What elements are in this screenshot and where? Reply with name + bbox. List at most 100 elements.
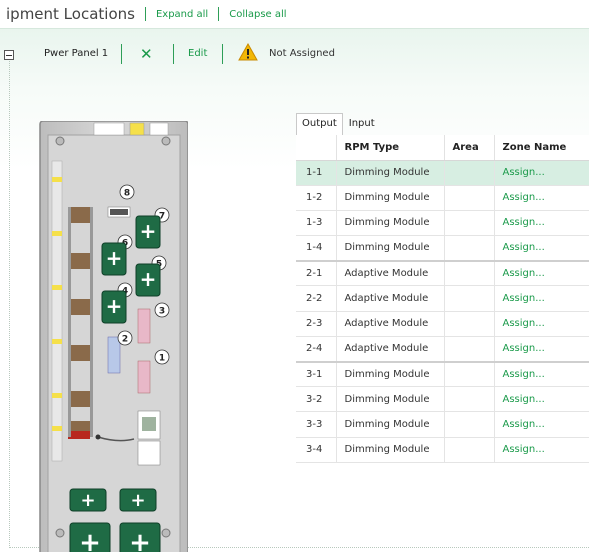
add-slot-icon: + — [79, 528, 101, 552]
header-divider — [144, 7, 146, 21]
table-row[interactable]: 1-3 Dimming Module Assign... — [296, 210, 589, 237]
output-cell: 2-2 — [296, 285, 336, 312]
table-row[interactable]: 3-2 Dimming Module Assign... — [296, 386, 589, 413]
page-title: ipment Locations — [6, 5, 135, 23]
assign-zone-link[interactable]: Assign... — [493, 160, 589, 186]
tab-output[interactable]: Output — [296, 113, 343, 135]
table-row[interactable]: 1-4 Dimming Module Assign... — [296, 235, 589, 262]
svg-text:8: 8 — [124, 189, 130, 199]
slot-number-2: 2 — [117, 330, 133, 346]
output-cell: 3-1 — [296, 360, 336, 388]
table-row[interactable]: 3-4 Dimming Module Assign... — [296, 437, 589, 463]
table-row[interactable]: 2-1 Adaptive Module Assign... — [296, 259, 589, 287]
output-cell: 1-4 — [296, 235, 336, 262]
assign-zone-link[interactable]: Assign... — [493, 210, 589, 237]
add-slot-button-5[interactable]: + — [135, 263, 161, 297]
rpm-type-cell: Dimming Module — [335, 411, 444, 438]
assign-zone-link[interactable]: Assign... — [493, 185, 589, 211]
area-cell — [443, 360, 494, 388]
assign-zone-link[interactable]: Assign... — [493, 285, 589, 312]
rpm-type-cell: Dimming Module — [335, 386, 444, 413]
output-cell: 3-2 — [296, 386, 336, 413]
svg-text:3: 3 — [159, 307, 165, 317]
rpm-type-cell: Dimming Module — [335, 210, 444, 237]
add-slot-button-large-left[interactable]: + — [69, 522, 111, 552]
output-cell: 1-1 — [296, 160, 336, 186]
assign-zone-link[interactable]: Assign... — [493, 259, 589, 287]
output-cell: 2-3 — [296, 311, 336, 337]
page-header: ipment Locations Expand all Collapse all — [0, 0, 589, 28]
table-row[interactable]: 2-4 Adaptive Module Assign... — [296, 336, 589, 363]
column-header-zone-name[interactable]: Zone Name — [493, 135, 589, 161]
panel-name: Pwer Panel 1 — [44, 48, 109, 59]
output-cell: 3-4 — [296, 437, 336, 463]
rpm-type-cell: Adaptive Module — [335, 285, 444, 312]
assign-zone-link[interactable]: Assign... — [493, 336, 589, 363]
close-icon[interactable]: ✕ — [140, 44, 153, 64]
rpm-type-cell: Adaptive Module — [335, 311, 444, 337]
add-slot-icon: + — [130, 490, 145, 511]
add-slot-button-small-right[interactable]: + — [119, 488, 157, 512]
enclosure-drawing: 8 7 6 5 4 3 2 — [39, 120, 189, 552]
area-cell — [443, 336, 494, 363]
assign-zone-link[interactable]: Assign... — [493, 235, 589, 262]
circuit-board — [137, 360, 151, 394]
assign-zone-link[interactable]: Assign... — [493, 360, 589, 388]
table-row[interactable]: 2-3 Adaptive Module Assign... — [296, 311, 589, 337]
assign-zone-link[interactable]: Assign... — [493, 411, 589, 438]
slot-number-8: 8 — [119, 184, 135, 200]
assign-zone-link[interactable]: Assign... — [493, 311, 589, 337]
expand-all-link[interactable]: Expand all — [156, 9, 208, 20]
svg-text:1: 1 — [159, 354, 165, 364]
output-cell: 2-4 — [296, 336, 336, 363]
column-header-rpm-type[interactable]: RPM Type — [335, 135, 444, 161]
tab-input[interactable]: Input — [343, 113, 381, 135]
assign-zone-link[interactable]: Assign... — [493, 437, 589, 463]
add-slot-button-7[interactable]: + — [135, 215, 161, 249]
status-text: Not Assigned — [269, 48, 335, 59]
panel-toolbar-row: Pwer Panel 1 ✕ Edit Not Assigned — [0, 42, 589, 72]
output-cell: 2-1 — [296, 259, 336, 287]
add-slot-button-6[interactable]: + — [101, 242, 127, 276]
table-row[interactable]: 1-1 Dimming Module Assign... — [296, 160, 589, 186]
rpm-type-cell: Adaptive Module — [335, 336, 444, 363]
rpm-type-cell: Adaptive Module — [335, 259, 444, 287]
slot-number-1: 1 — [154, 349, 170, 365]
output-cell: 1-2 — [296, 185, 336, 211]
table-row[interactable]: 2-2 Adaptive Module Assign... — [296, 285, 589, 312]
edit-link[interactable]: Edit — [188, 48, 207, 59]
collapse-all-link[interactable]: Collapse all — [229, 9, 286, 20]
output-cell: 3-3 — [296, 411, 336, 438]
area-cell — [443, 185, 494, 211]
assign-zone-link[interactable]: Assign... — [493, 386, 589, 413]
area-cell — [443, 259, 494, 287]
toolbar-divider — [173, 44, 174, 64]
table-header-row: RPM Type Area Zone Name — [296, 135, 589, 161]
add-slot-icon: + — [106, 294, 123, 318]
rpm-type-cell: Dimming Module — [335, 437, 444, 463]
area-cell — [443, 411, 494, 438]
column-header-output — [296, 135, 336, 161]
add-slot-button-4[interactable]: + — [101, 290, 127, 324]
circuit-board — [107, 336, 121, 374]
slot-number-3: 3 — [154, 302, 170, 318]
circuit-board — [137, 308, 151, 344]
rpm-type-cell: Dimming Module — [335, 235, 444, 262]
area-cell — [443, 160, 494, 186]
output-input-tabs: Output Input — [296, 113, 381, 135]
add-slot-icon: + — [140, 219, 157, 243]
table-row[interactable]: 3-3 Dimming Module Assign... — [296, 411, 589, 438]
toolbar-divider — [121, 44, 122, 64]
add-slot-button-small-left[interactable]: + — [69, 488, 107, 512]
add-slot-button-large-right[interactable]: + — [119, 522, 161, 552]
column-header-area[interactable]: Area — [443, 135, 494, 161]
area-cell — [443, 285, 494, 312]
add-slot-icon: + — [129, 528, 151, 552]
area-cell — [443, 386, 494, 413]
svg-text:2: 2 — [122, 335, 128, 345]
rpm-type-cell: Dimming Module — [335, 185, 444, 211]
table-row[interactable]: 1-2 Dimming Module Assign... — [296, 185, 589, 211]
table-row[interactable]: 3-1 Dimming Module Assign... — [296, 360, 589, 388]
area-cell — [443, 437, 494, 463]
rpm-type-cell: Dimming Module — [335, 160, 444, 186]
